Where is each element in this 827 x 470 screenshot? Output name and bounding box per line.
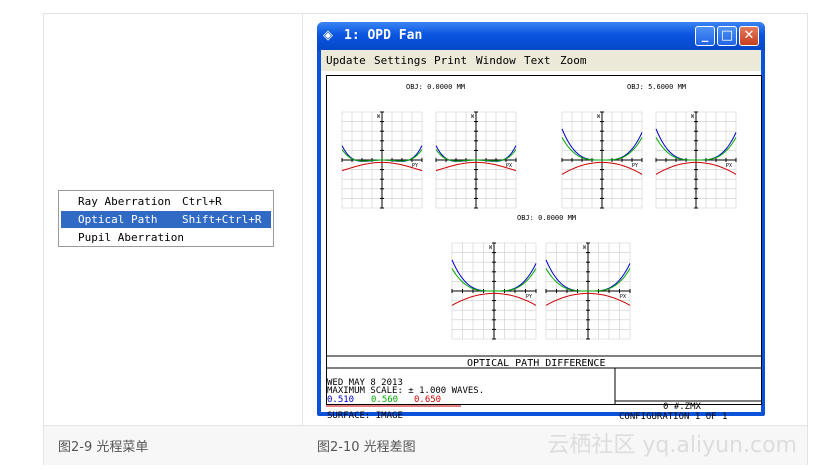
menu-item-label: Ray Aberration <box>78 195 171 208</box>
axis-label-w: W <box>377 114 381 120</box>
axis-label: PY <box>632 163 638 169</box>
menu-bar: Update Settings Print Window Text Zoom <box>321 50 761 71</box>
opd-fan-window: ◈ 1: OPD Fan _ □ ✕ Update Settings Print… <box>317 22 765 422</box>
menu-item-pupil-aberration[interactable]: Pupil Aberration <box>61 229 271 246</box>
field-label: OBJ: 0.0000 MM <box>517 214 577 222</box>
field-label: OBJ: 0.0000 MM <box>406 83 466 91</box>
surface-label: SURFACE: IMAGE <box>327 411 403 421</box>
configuration-label: CONFIGURATION 1 OF 1 <box>619 412 728 422</box>
axis-label: PX <box>620 294 626 300</box>
footer-title: OPTICAL PATH DIFFERENCE <box>467 358 606 369</box>
menu-update[interactable]: Update <box>326 54 366 67</box>
minimize-icon[interactable]: _ <box>695 26 715 46</box>
menu-item-label: Pupil Aberration <box>78 231 184 244</box>
wavelength-red: 0.650 <box>414 395 442 405</box>
menu-item-shortcut: Ctrl+R <box>182 195 222 208</box>
wavelength-green: 0.560 <box>371 395 399 405</box>
figure-divider <box>302 13 303 465</box>
close-icon[interactable]: ✕ <box>739 26 759 46</box>
file-label: 0 #.ZMX <box>663 402 701 412</box>
axis-label-w: W <box>489 245 493 251</box>
caption-right: 图2-10 光程差图 <box>317 440 416 455</box>
axis-label-w: W <box>597 114 601 120</box>
optical-path-menu: Ray Aberration Ctrl+R Optical Path Shift… <box>58 190 274 247</box>
menu-item-label: Optical Path <box>78 213 158 226</box>
menu-item-optical-path[interactable]: Optical Path Shift+Ctrl+R <box>61 211 271 228</box>
menu-zoom[interactable]: Zoom <box>560 54 587 67</box>
axis-label: PY <box>526 294 532 300</box>
maximize-icon[interactable]: □ <box>717 26 737 46</box>
menu-print[interactable]: Print <box>434 54 467 67</box>
axis-label-w: W <box>691 114 695 120</box>
menu-settings[interactable]: Settings <box>374 54 427 67</box>
axis-label-w: W <box>583 245 587 251</box>
wavelength-blue: 0.510 <box>327 395 355 405</box>
window-title: 1: OPD Fan <box>344 28 423 43</box>
axis-label: PX <box>726 163 732 169</box>
title-bar[interactable]: ◈ 1: OPD Fan _ □ ✕ <box>317 22 765 50</box>
caption-left: 图2-9 光程菜单 <box>58 440 149 455</box>
menu-window[interactable]: Window <box>476 54 516 67</box>
menu-item-shortcut: Shift+Ctrl+R <box>182 213 262 226</box>
axis-label-w: W <box>471 114 475 120</box>
menu-text[interactable]: Text <box>524 54 551 67</box>
plot-area: W PY W PX W PY W PX W PY W PX OBJ: 0.0000 MM OBJ: 5… <box>321 71 762 422</box>
zemax-icon[interactable]: ◈ <box>323 28 339 44</box>
watermark: 云栖社区 yq.aliyun.com <box>547 433 797 458</box>
menu-item-ray-aberration[interactable]: Ray Aberration Ctrl+R <box>61 193 271 210</box>
field-label: OBJ: 5.6000 MM <box>627 83 687 91</box>
